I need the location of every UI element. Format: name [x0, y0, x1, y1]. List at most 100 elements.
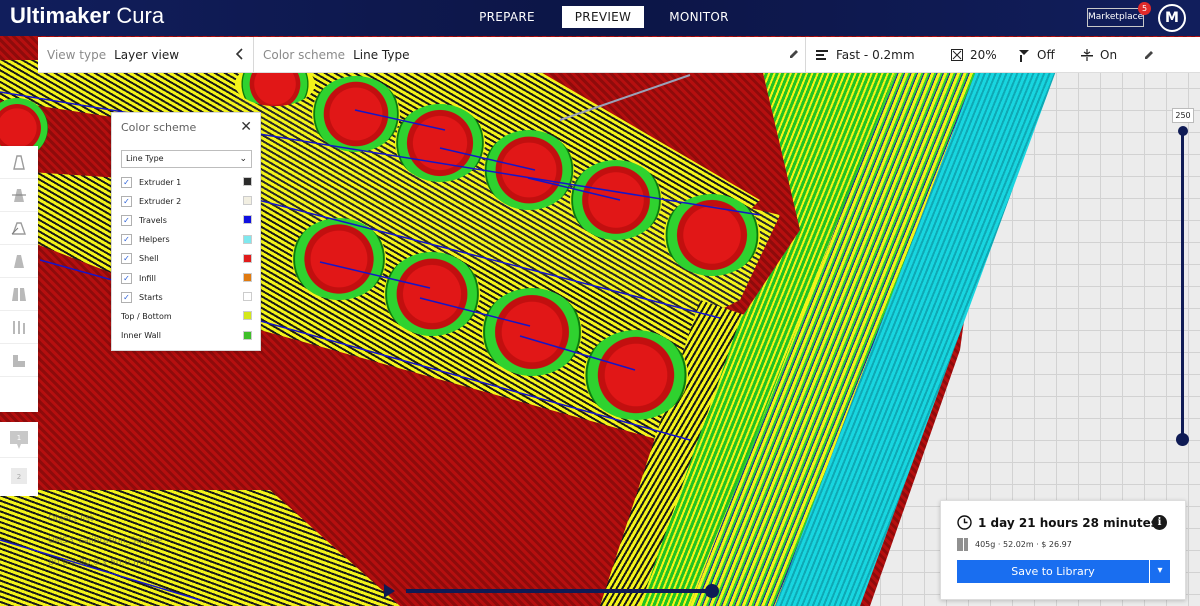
toolbar-divider	[253, 37, 254, 73]
per-model-icon	[13, 321, 25, 334]
chevron-left-icon[interactable]	[236, 48, 244, 60]
save-to-library-button[interactable]: Save to Library	[957, 560, 1149, 583]
app-header: Ultimaker Cura PREPARE PREVIEW MONITOR M…	[0, 0, 1200, 36]
support-blocker-icon	[13, 355, 25, 367]
layer-slider-bottom-handle[interactable]	[1176, 433, 1189, 446]
color-scheme-panel-title: Color scheme	[121, 121, 197, 134]
left-toolbar	[0, 146, 38, 412]
color-scheme-item[interactable]: ✓ Infill	[121, 270, 252, 286]
pencil-icon[interactable]	[789, 49, 799, 59]
print-summary-panel: 1 day 21 hours 28 minutes i 405g · 52.02…	[940, 500, 1186, 600]
infill-setting[interactable]: 20%	[951, 37, 1011, 73]
checkbox[interactable]: ✓	[121, 291, 132, 303]
object-dimensions: 80.0 x 80.0 x 50.0 mm	[48, 558, 151, 568]
adhesion-setting[interactable]: On	[1081, 37, 1131, 73]
checkbox[interactable]: ✓	[121, 253, 132, 265]
support-setting[interactable]: Off	[1018, 37, 1068, 73]
close-icon[interactable]: ✕	[240, 119, 252, 135]
checkbox[interactable]: ✓	[121, 176, 132, 188]
view-toolbar: View type Layer view Color scheme Line T…	[38, 37, 1200, 73]
support-icon	[1018, 49, 1030, 62]
color-scheme-item-label: Infill	[139, 273, 156, 283]
color-scheme-item[interactable]: ✓ Extruder 1	[121, 174, 252, 190]
color-scheme-item[interactable]: ✓ Extruder 2	[121, 193, 252, 209]
material-row: 405g · 52.02m · $ 26.97	[957, 538, 1072, 551]
save-options-dropdown[interactable]: ▾	[1150, 560, 1170, 583]
color-scheme-panel: Color scheme ✕ Line Type ⌄ ✓ Extruder 1 ✓ E…	[111, 112, 261, 351]
checkbox[interactable]: ✓	[121, 272, 132, 284]
rotate-tool[interactable]	[0, 245, 38, 278]
print-profile-selector[interactable]: Fast - 0.2mm	[816, 37, 956, 73]
hole-feature	[664, 194, 760, 276]
infill-value: 20%	[970, 48, 997, 62]
mirror-tool[interactable]	[0, 278, 38, 311]
toolbar-divider	[805, 37, 806, 73]
color-scheme-item[interactable]: Inner Wall	[121, 328, 252, 344]
play-button[interactable]	[384, 584, 395, 598]
tab-monitor[interactable]: MONITOR	[658, 6, 740, 28]
color-scheme-item-label: Starts	[139, 292, 163, 302]
extruder-tool[interactable]: 1	[0, 422, 38, 458]
color-scheme-item[interactable]: ✓ Travels	[121, 212, 252, 228]
color-scheme-item[interactable]: ✓ Starts	[121, 289, 252, 305]
marketplace-button[interactable]: Marketplace	[1087, 8, 1144, 27]
hole-feature	[395, 104, 485, 182]
color-scheme-selector[interactable]: Color scheme Line Type	[263, 37, 803, 73]
tab-prepare[interactable]: PREPARE	[466, 6, 548, 28]
print-time: 1 day 21 hours 28 minutes	[978, 515, 1158, 530]
scale-tool[interactable]	[0, 212, 38, 245]
path-slider-track[interactable]	[406, 589, 712, 593]
filament-icon	[957, 538, 968, 551]
mirror-icon	[12, 288, 26, 301]
hole-feature	[312, 76, 400, 152]
checkbox[interactable]: ✓	[121, 195, 132, 207]
per-model-settings-tool[interactable]	[0, 311, 38, 344]
checkbox[interactable]: ✓	[121, 214, 132, 226]
stage-tabs: PREPARE PREVIEW MONITOR	[466, 6, 740, 28]
color-scheme-item[interactable]: ✓ Shell	[121, 251, 252, 267]
layer-number-input[interactable]: 250	[1172, 108, 1194, 123]
layer-slider-top-handle[interactable]	[1178, 126, 1188, 136]
left-toolbar-extra: 1 2	[0, 422, 38, 496]
extruder-icon: 1	[10, 430, 28, 449]
chevron-down-icon: ▾	[1157, 565, 1163, 576]
support-blocker-tool[interactable]	[0, 344, 38, 377]
hole-feature	[482, 288, 582, 376]
adhesion-value: On	[1100, 48, 1118, 62]
app-title-bold: Ultimaker	[10, 3, 111, 28]
support-value: Off	[1037, 48, 1055, 62]
move-tool[interactable]	[0, 179, 38, 212]
view-type-selector[interactable]: View type Layer view	[47, 37, 252, 73]
color-scheme-item-label: Travels	[139, 215, 167, 225]
hole-feature	[384, 252, 480, 336]
view-type-label: View type	[47, 48, 107, 62]
color-swatch	[243, 330, 252, 340]
pencil-icon[interactable]	[1144, 50, 1154, 60]
rotate-icon	[14, 255, 24, 268]
open-file-tool[interactable]	[0, 146, 38, 179]
checkbox[interactable]: ✓	[121, 234, 132, 246]
tab-preview[interactable]: PREVIEW	[562, 6, 644, 28]
profile-value: Fast - 0.2mm	[836, 48, 915, 62]
color-scheme-item[interactable]: Top / Bottom	[121, 308, 252, 324]
object-list-toggle[interactable]: Object list	[48, 514, 162, 524]
color-scheme-dropdown[interactable]: Line Type ⌄	[121, 150, 252, 168]
app-logo: Ultimaker Cura	[10, 3, 164, 29]
account-avatar[interactable]: M	[1158, 4, 1186, 32]
view-type-value: Layer view	[114, 48, 180, 62]
info-icon[interactable]: i	[1152, 515, 1167, 530]
color-swatch	[243, 311, 252, 321]
extruder-2-tool[interactable]: 2	[0, 458, 38, 494]
color-swatch	[243, 215, 252, 225]
color-scheme-value: Line Type	[353, 48, 410, 62]
color-scheme-item-label: Top / Bottom	[121, 311, 172, 321]
hole-feature	[292, 218, 386, 300]
scale-icon	[11, 222, 26, 235]
app-title-light: Cura	[116, 3, 165, 28]
path-slider-handle[interactable]	[705, 584, 719, 598]
svg-text:1: 1	[17, 434, 21, 442]
hole-feature	[484, 130, 574, 210]
color-scheme-item[interactable]: ✓ Helpers	[121, 232, 252, 248]
layer-slider-track[interactable]	[1181, 128, 1184, 440]
print-time-row: 1 day 21 hours 28 minutes	[957, 515, 1158, 530]
